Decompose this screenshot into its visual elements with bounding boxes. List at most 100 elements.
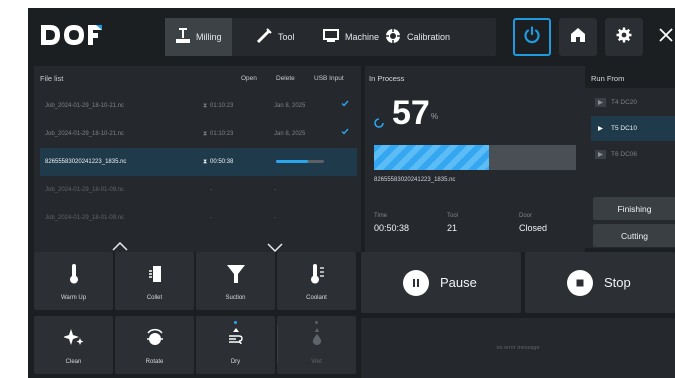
dry-icon [196, 328, 275, 346]
file-name: Job_2024-01-29_18-01-09.nc [45, 215, 125, 221]
file-name: Job_2024-01-29_18-10-21.nc [45, 131, 125, 137]
coolant-icon [277, 264, 356, 284]
stat-label-time: Time [374, 213, 388, 219]
pause-icon [403, 269, 429, 296]
thermometer-icon [34, 264, 113, 284]
cutting-button[interactable]: Cutting [593, 224, 675, 247]
check-icon [341, 100, 349, 109]
run-from-item-active[interactable]: T5 DC10 [591, 116, 675, 141]
suction-button[interactable]: Suction [196, 252, 275, 310]
progress-percent: 57 [392, 94, 430, 132]
tool-label: Warm Up [60, 295, 87, 301]
wet-icon [277, 328, 356, 346]
file-row[interactable]: Job_2024-01-29_18-10-21.nc ⧗ 01:10:23 Ja… [40, 120, 357, 148]
run-from-item[interactable]: T6 DC06 [591, 142, 675, 167]
file-date: - [274, 215, 276, 221]
tab-label: Tool [278, 32, 295, 42]
file-list-header: File list Open Delete USB Input [34, 66, 361, 92]
inactive-indicator [315, 321, 318, 324]
rotate-button[interactable]: Rotate [115, 316, 194, 374]
file-date: - [274, 187, 276, 193]
stop-label: Stop [604, 275, 631, 290]
file-time: - [210, 215, 212, 221]
file-row-selected[interactable]: 82655583020241223_1835.nc ⧗ 00:50:38 [40, 148, 357, 176]
file-row[interactable]: Job_2024-01-29_18-01-09.nc - - [40, 204, 357, 232]
pause-button[interactable]: Pause [361, 252, 521, 313]
collet-button[interactable]: Collet [115, 252, 194, 310]
tab-tool[interactable]: Tool [232, 18, 305, 56]
stat-value-tool: 21 [447, 223, 458, 233]
file-date: Jan 8, 2025 [274, 103, 306, 109]
milling-icon [176, 28, 190, 46]
open-button[interactable]: Open [241, 75, 257, 82]
in-process-panel: In Process 57 % 82655583020241223_1835.n… [365, 66, 585, 252]
run-from-item[interactable]: T4 DC20 [591, 90, 675, 115]
tool-label: Collet [146, 295, 163, 301]
run-from-label: T6 DC06 [611, 151, 638, 158]
play-icon [595, 150, 606, 159]
file-list-title: File list [40, 74, 64, 83]
run-from-panel: Run From T4 DC20 T5 DC10 T6 DC06 Finishi… [585, 66, 675, 252]
pause-label: Pause [440, 275, 477, 290]
machine-icon [323, 29, 339, 45]
clean-button[interactable]: Clean [34, 316, 113, 374]
tab-milling[interactable]: Milling [165, 18, 232, 56]
gear-icon [616, 27, 632, 48]
file-list-panel: File list Open Delete USB Input Job_2024… [34, 66, 361, 253]
tool-label: Suction [225, 295, 246, 301]
tool-label: Dry [230, 359, 241, 365]
home-button[interactable] [559, 18, 597, 56]
finishing-button[interactable]: Finishing [593, 197, 675, 220]
active-indicator [234, 321, 237, 324]
tool-label: Wet [311, 359, 322, 365]
tab-calibration[interactable]: Calibration [385, 18, 496, 56]
hourglass-icon: ⧗ [203, 159, 208, 165]
stat-value-time: 00:50:38 [374, 223, 410, 233]
tab-label: Calibration [407, 32, 451, 42]
stop-button[interactable]: Stop [525, 252, 675, 313]
in-process-title: In Process [369, 74, 405, 83]
file-name: Job_2024-01-29_18-01-09.nc [45, 187, 125, 193]
error-message-area: no error message [361, 318, 675, 378]
current-file-name: 82655583020241223_1835.nc [374, 177, 456, 183]
calibration-icon [385, 28, 401, 46]
tab-label: Milling [196, 32, 222, 42]
run-from-label: T4 DC20 [611, 99, 638, 106]
wet-button[interactable]: Wet [277, 316, 356, 374]
delete-button[interactable]: Delete [276, 75, 295, 82]
settings-button[interactable] [605, 18, 643, 56]
close-button[interactable] [651, 18, 675, 56]
run-from-title: Run From [591, 74, 625, 83]
play-icon [595, 98, 606, 107]
file-time: 01:10:23 [210, 103, 234, 109]
file-time: 00:50:38 [210, 159, 234, 165]
file-row[interactable]: Job_2024-01-29_18-01-09.nc - - [40, 176, 357, 204]
sparkle-icon [34, 328, 113, 346]
power-button[interactable] [513, 18, 551, 56]
tool-label: Clean [65, 359, 82, 365]
file-date: Jan 8, 2025 [274, 131, 306, 137]
tool-label: Rotate [145, 359, 164, 365]
file-row[interactable]: Job_2024-01-29_18-10-21.nc ⧗ 01:10:23 Ja… [40, 92, 357, 120]
dry-button[interactable]: Dry [196, 316, 275, 374]
dof-logo [40, 20, 104, 50]
percent-unit: % [431, 112, 439, 121]
run-from-label: T5 DC10 [611, 125, 638, 132]
hourglass-icon: ⧗ [203, 103, 208, 109]
usb-input-button[interactable]: USB Input [314, 75, 344, 82]
file-name: Job_2024-01-29_18-10-21.nc [45, 103, 125, 109]
tool-icon [256, 28, 272, 46]
file-progress-bar [276, 160, 324, 163]
error-message-text: no error message [496, 345, 540, 351]
warm-up-button[interactable]: Warm Up [34, 252, 113, 310]
file-name: 82655583020241223_1835.nc [45, 159, 127, 165]
power-icon [523, 25, 541, 49]
collet-icon [115, 264, 194, 284]
home-icon [570, 27, 586, 48]
tab-machine[interactable]: Machine [305, 18, 385, 56]
tool-label: Coolant [306, 295, 327, 301]
top-bar: Milling Tool Machine Calibration [28, 8, 675, 63]
tab-label: Machine [345, 32, 380, 42]
play-icon [595, 124, 606, 133]
coolant-button[interactable]: Coolant [277, 252, 356, 310]
